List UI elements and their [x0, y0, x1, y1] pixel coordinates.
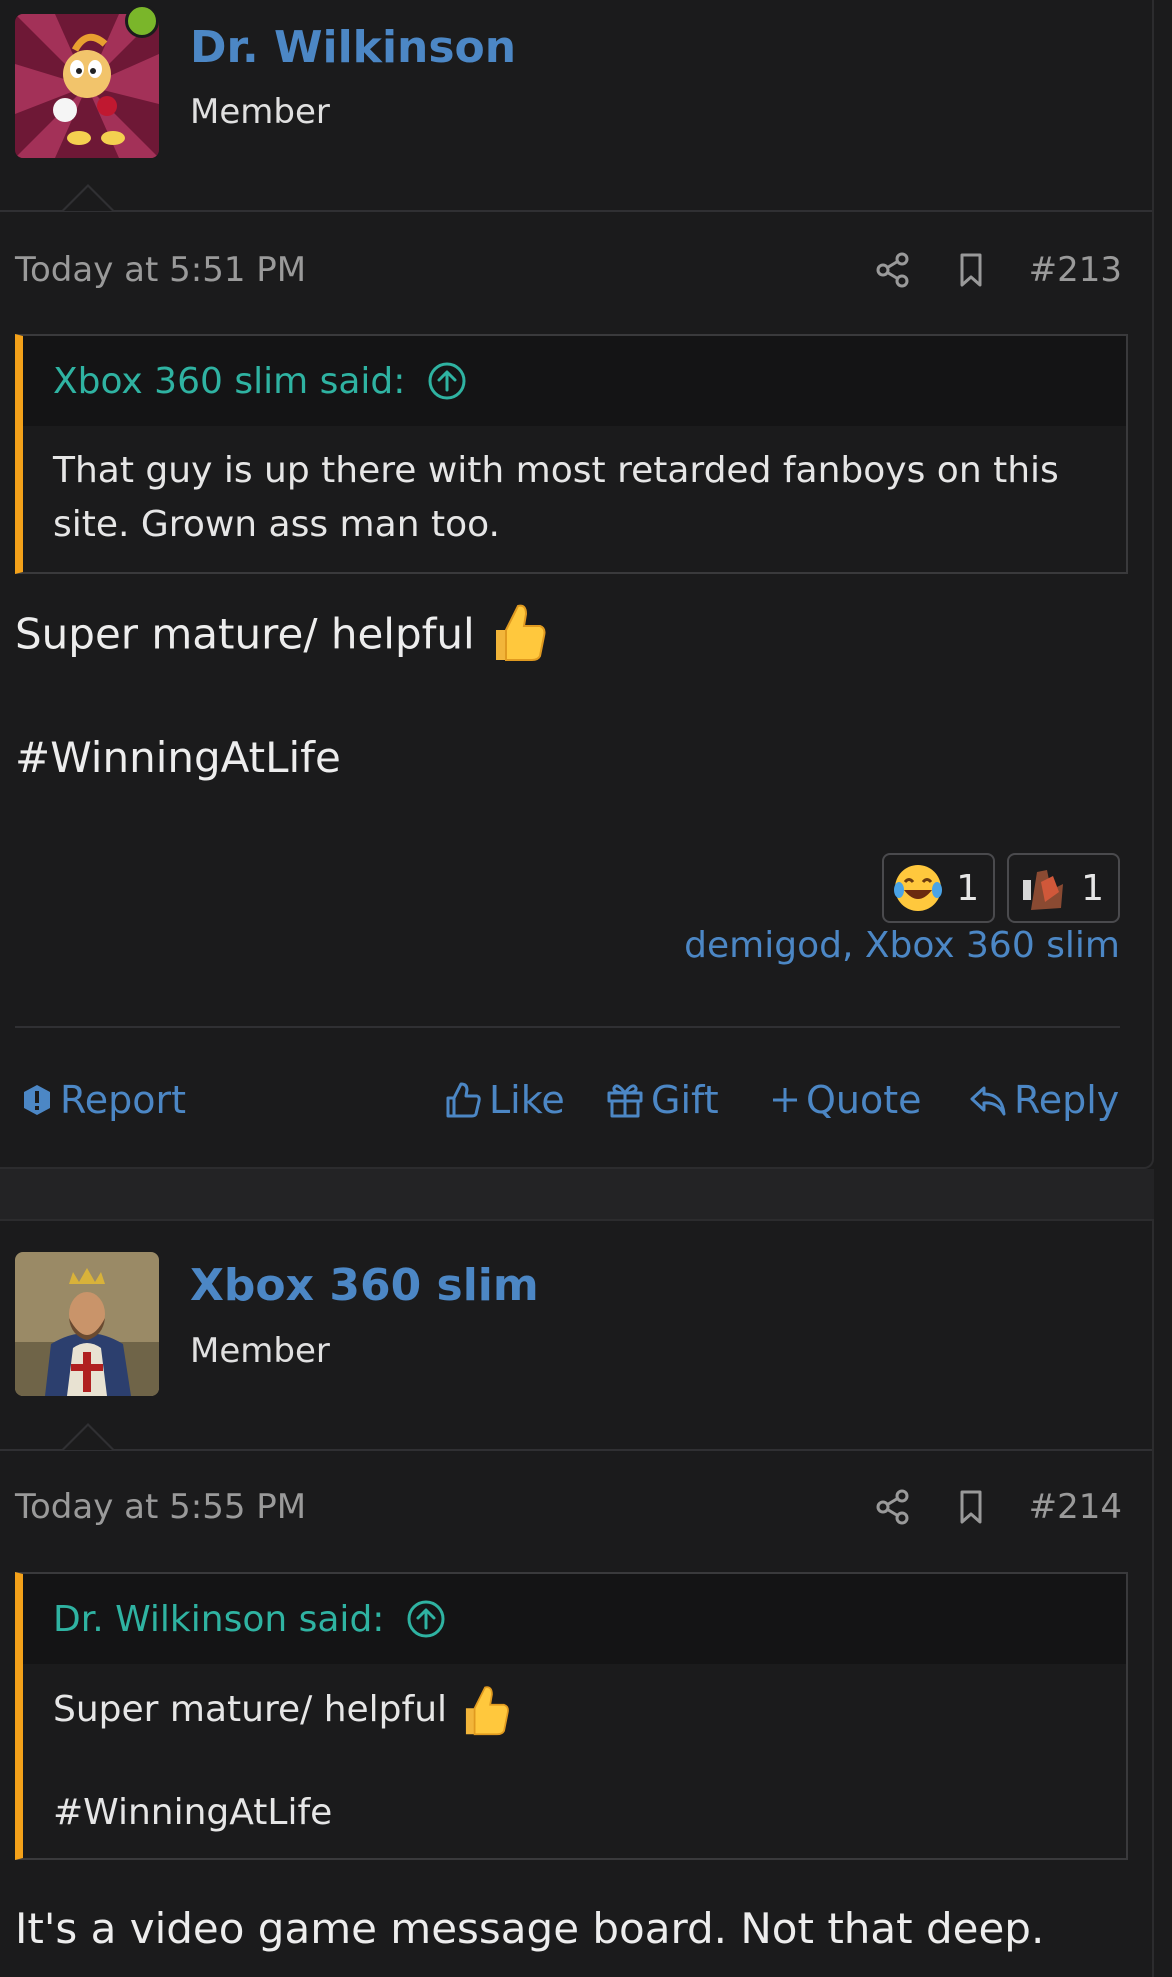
share-icon[interactable] — [873, 1487, 913, 1527]
jump-to-quote-icon[interactable] — [406, 1599, 446, 1639]
post-meta: Today at 5:55 PM #214 — [15, 1477, 1122, 1537]
post-user-header: Dr. Wilkinson Member — [0, 0, 1152, 212]
username[interactable]: Dr. Wilkinson — [190, 22, 516, 73]
custom-reaction-image-icon — [1017, 862, 1070, 914]
user-title: Member — [190, 1331, 330, 1371]
online-indicator-icon — [125, 4, 159, 38]
laughing-tears-emoji-icon — [894, 865, 943, 911]
bookmark-icon[interactable] — [951, 250, 991, 290]
quote-author[interactable]: Xbox 360 slim said: — [53, 361, 405, 402]
reply-label: Reply — [1014, 1078, 1120, 1122]
user-title: Member — [190, 92, 330, 132]
like-label: Like — [489, 1078, 565, 1122]
avatar[interactable] — [15, 1252, 159, 1396]
thumbs-up-emoji-icon — [465, 1686, 509, 1736]
message-line: Super mature/ helpful — [15, 600, 548, 674]
post-meta: Today at 5:51 PM #213 — [15, 240, 1122, 300]
quote-author[interactable]: Dr. Wilkinson said: — [53, 1599, 384, 1640]
message-text: Super mature/ helpful — [15, 609, 475, 659]
quote-text: Super mature/ helpful #WinningAtLife — [23, 1664, 1126, 1858]
quote-header[interactable]: Dr. Wilkinson said: — [23, 1574, 1126, 1664]
post-separator — [0, 1169, 1172, 1219]
gift-button[interactable]: Gift — [605, 1070, 719, 1130]
gift-label: Gift — [651, 1078, 719, 1122]
bookmark-icon[interactable] — [951, 1487, 991, 1527]
message-text: It's a video game message board. Not tha… — [15, 1904, 1045, 1953]
post-number[interactable]: #213 — [1029, 250, 1122, 290]
gift-icon — [607, 1084, 643, 1118]
quote-header[interactable]: Xbox 360 slim said: — [23, 336, 1126, 426]
post-divider — [15, 1026, 1120, 1028]
plus-icon — [773, 1088, 797, 1112]
quote-text: That guy is up there with most retarded … — [53, 450, 1059, 545]
like-icon — [446, 1082, 481, 1118]
avatar-image-icon — [15, 1252, 159, 1396]
reply-button[interactable]: Reply — [968, 1070, 1119, 1130]
report-icon — [24, 1085, 50, 1115]
reaction-laugh[interactable]: 1 — [882, 853, 996, 923]
like-button[interactable]: Like — [443, 1070, 565, 1130]
reaction-count: 1 — [956, 867, 980, 909]
reply-icon — [970, 1086, 1006, 1116]
reaction-summary[interactable]: 1 1 — [882, 853, 1120, 923]
user-header-pointer — [62, 184, 114, 211]
share-icon[interactable] — [873, 250, 913, 290]
hashtag-line: #WinningAtLife — [15, 733, 341, 782]
post-214: Xbox 360 slim Member Today at 5:55 PM #2… — [0, 1219, 1154, 1977]
post-user-header: Xbox 360 slim Member — [0, 1221, 1152, 1451]
quote-block: Dr. Wilkinson said: Super mature/ helpfu… — [15, 1572, 1128, 1860]
reaction-users-list[interactable]: demigod, Xbox 360 slim — [684, 925, 1120, 966]
page-right-edge — [1154, 0, 1172, 1975]
post-213: Dr. Wilkinson Member Today at 5:51 PM #2… — [0, 0, 1154, 1169]
quote-hashtag: #WinningAtLife — [53, 1792, 333, 1833]
report-label: Report — [60, 1078, 186, 1122]
reaction-custom[interactable]: 1 — [1007, 853, 1120, 923]
username[interactable]: Xbox 360 slim — [190, 1260, 539, 1311]
quote-button[interactable]: Quote — [770, 1070, 922, 1130]
post-timestamp[interactable]: Today at 5:51 PM — [15, 250, 835, 290]
post-actions-bar: Report Like Gift Quote Reply — [15, 1070, 1120, 1130]
quote-block: Xbox 360 slim said: That guy is up there… — [15, 334, 1128, 574]
user-header-pointer — [62, 1423, 114, 1450]
reaction-count: 1 — [1081, 867, 1104, 909]
quote-text-line: Super mature/ helpful — [53, 1689, 448, 1730]
quote-label: Quote — [806, 1078, 922, 1122]
jump-to-quote-icon[interactable] — [427, 361, 467, 401]
post-timestamp[interactable]: Today at 5:55 PM — [15, 1487, 835, 1527]
report-button[interactable]: Report — [20, 1070, 186, 1130]
post-number[interactable]: #214 — [1029, 1487, 1122, 1527]
thumbs-up-emoji-icon — [488, 600, 548, 674]
